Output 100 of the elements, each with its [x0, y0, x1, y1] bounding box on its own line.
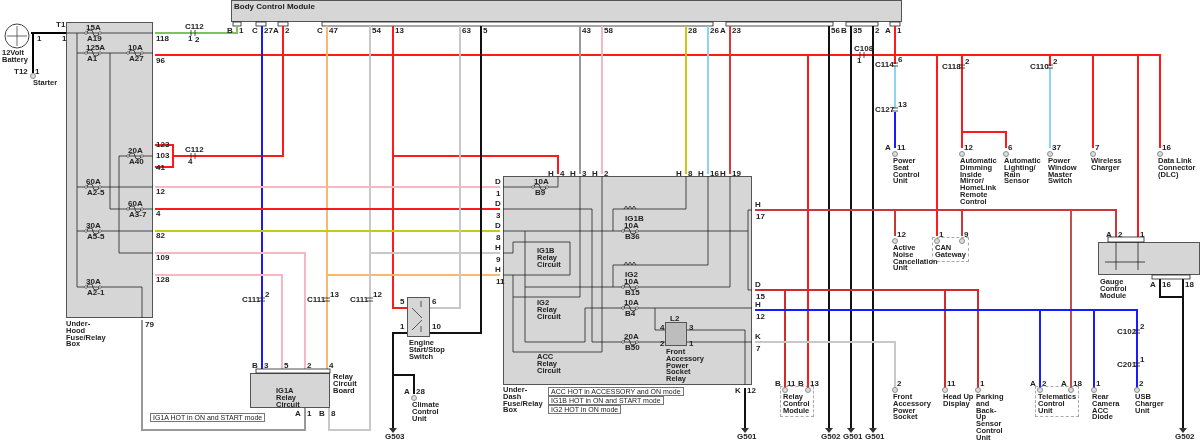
battery-icon [4, 23, 30, 49]
pin-number: 9 [964, 231, 969, 239]
connector-letter: A [273, 27, 279, 35]
fuse-id: B9 [535, 189, 546, 197]
pin-number: 35 [853, 27, 862, 35]
connector-label: C102 [1117, 328, 1137, 336]
pin-number: 4 [188, 158, 193, 166]
pin-number: 23 [732, 27, 741, 35]
pin-number: 4 [329, 362, 334, 370]
pin-number: 58 [604, 27, 613, 35]
connector-letter: H [755, 301, 761, 309]
pin-number: 19 [732, 170, 741, 178]
connector-letter: A [404, 388, 410, 396]
pin-number: 5 [483, 27, 488, 35]
connector-letter: A [295, 410, 301, 418]
fuse-id: B15 [625, 289, 640, 297]
pin-number: 3 [264, 362, 269, 370]
pin-number: 12 [756, 313, 765, 321]
fuse-id: A1 [87, 55, 98, 63]
pin-number: 6 [432, 298, 437, 306]
fuse-rating: 20A [624, 333, 639, 341]
fuse-rating: 10A [534, 178, 549, 186]
pin-number: 3 [496, 212, 501, 220]
pin-number: 96 [156, 57, 165, 65]
connector-letter: H [676, 170, 682, 178]
connector-label: C201 [1117, 361, 1137, 369]
pin-number: 7 [1095, 144, 1100, 152]
connector-letter: H [720, 170, 726, 178]
fuse-rating: 30A [86, 278, 101, 286]
pin-number: 1 [62, 35, 67, 43]
fuse-id: B50 [625, 344, 640, 352]
fuse-rating: 10A [624, 299, 639, 307]
pin-number: 6 [1008, 144, 1013, 152]
pin-number: 1 [1140, 356, 1145, 364]
pin-number: 54 [372, 27, 381, 35]
pin-number: 6 [898, 56, 903, 64]
pin-number: 8 [688, 170, 693, 178]
ground-label: G502 [1175, 433, 1195, 440]
pin-number: 4 [560, 170, 565, 178]
connector-letter: B [798, 380, 804, 388]
connector-label: C114 [875, 61, 894, 69]
pin-number: 26 [710, 27, 719, 35]
pin-number: 8 [496, 234, 501, 242]
pin-number: 2 [1139, 380, 1144, 388]
pin-number: 12 [373, 291, 382, 299]
pin-number: 2 [965, 58, 970, 66]
connector-label: C112 [185, 146, 204, 154]
connector-letter: K [755, 333, 761, 341]
connector-label: C110 [1030, 63, 1049, 71]
pin-number: 56 [831, 27, 840, 35]
pin-number: 1 [897, 27, 902, 35]
pin-number: 4 [156, 210, 161, 218]
connector-letter: C [252, 27, 258, 35]
connector-letter: B [841, 27, 847, 35]
relay-label: L2 [670, 315, 680, 323]
connector-letter: B [252, 362, 258, 370]
pin-number: 2 [875, 27, 880, 35]
pin-number: 79 [145, 321, 154, 329]
pin-number: 118 [156, 35, 169, 43]
pin-number: 2 [660, 340, 665, 348]
fuse-rating: 125A [86, 44, 106, 52]
connector-letter: A [1061, 380, 1067, 388]
connector-letter: K [735, 387, 741, 395]
connector-label: T1 [56, 21, 66, 29]
pin-number: 2 [265, 291, 270, 299]
pin-number: 12 [156, 188, 165, 196]
pin-number: 63 [462, 27, 471, 35]
pin-number: 28 [688, 27, 697, 35]
pin-number: 15 [756, 293, 765, 301]
pin-number: 2 [1042, 380, 1047, 388]
connector-label: C127 [875, 106, 895, 114]
fuse-rating: 20A [128, 147, 143, 155]
pin-number: 11 [787, 380, 796, 388]
ground-label: G502 [821, 433, 841, 440]
fuse-rating: 60A [128, 200, 143, 208]
pin-number: 13 [810, 380, 819, 388]
fuse-id: A27 [129, 55, 144, 63]
connector-letter: H [755, 201, 761, 209]
pin-number: 1 [188, 35, 193, 43]
pin-number: 2 [604, 170, 609, 178]
fuse-rating: 15A [86, 24, 101, 32]
pin-number: 109 [156, 254, 170, 262]
pin-number: 1 [980, 380, 985, 388]
pin-number: 2 [1053, 58, 1058, 66]
pin-number: 18 [1073, 380, 1082, 388]
pin-number: 2 [1140, 323, 1145, 331]
connector-letter: D [495, 222, 501, 230]
switch-panel [407, 297, 430, 337]
connector-letter: D [495, 178, 501, 186]
pin-number: 1 [37, 35, 42, 43]
pin-number: 13 [330, 291, 339, 299]
connector-label: C111 [307, 296, 326, 304]
connector-label: C111 [242, 296, 261, 304]
pin-number: 7 [756, 345, 761, 353]
pin-number: 13 [898, 101, 907, 109]
connector-letter: H [570, 170, 576, 178]
pin-number: 1 [689, 340, 694, 348]
pin-number: 2 [195, 36, 200, 44]
pin-number: 12 [897, 231, 906, 239]
fuse-id: A3-7 [129, 211, 147, 219]
